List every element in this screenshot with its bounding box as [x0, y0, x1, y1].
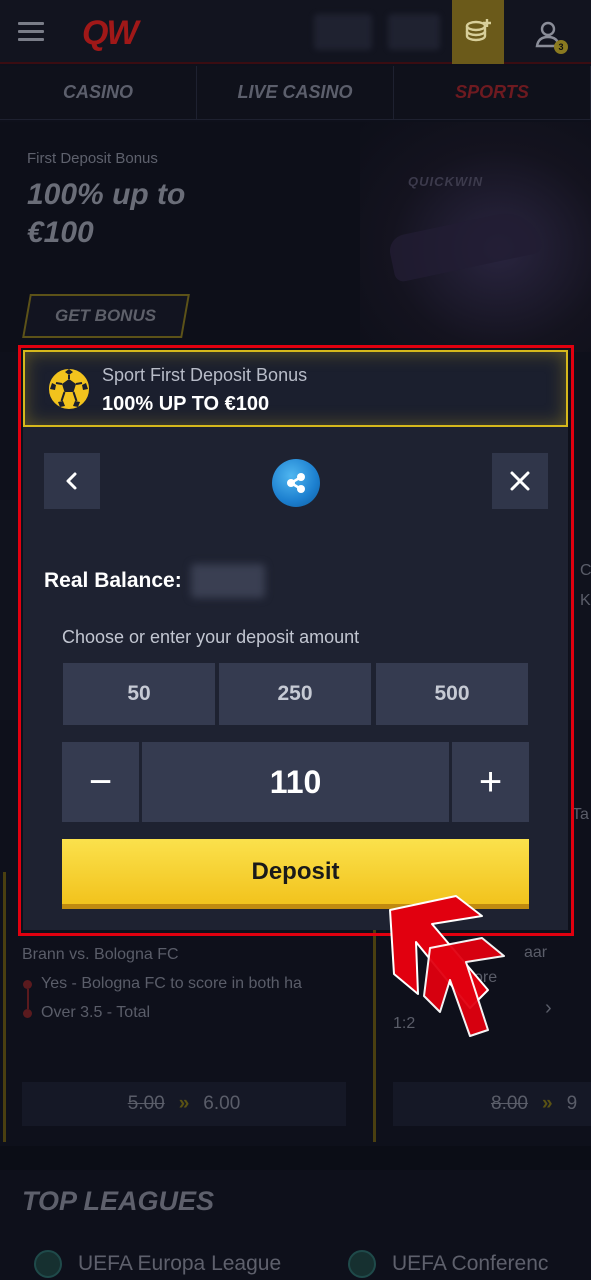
bg-side-text-3: Ta [572, 806, 589, 823]
tab-sports[interactable]: SPORTS [394, 66, 591, 119]
odds-right[interactable]: 8.00 » 9 [393, 1082, 591, 1126]
highlight-frame [18, 345, 574, 936]
bg-match-left: Brann vs. Bologna FC [22, 946, 179, 963]
bg-bet-line [26, 989, 29, 1009]
chevron-right-icon[interactable]: › [545, 997, 552, 1020]
race-car-shape [386, 206, 544, 284]
deposit-coins-button[interactable] [452, 0, 504, 64]
tab-casino[interactable]: CASINO [0, 66, 197, 119]
bg-bet-dot-1 [23, 980, 32, 989]
pointer-arrow-icon [389, 895, 505, 1037]
odds-right-old: 8.00 [491, 1093, 528, 1114]
brand-logo[interactable]: QW [82, 14, 139, 53]
bg-side-text-2: K [580, 592, 591, 609]
odds-left[interactable]: 5.00 » 6.00 [22, 1082, 346, 1126]
bg-divider-mid [373, 930, 376, 1142]
bg-bet-2: Over 3.5 - Total [41, 1004, 151, 1021]
main-nav-tabs: CASINO LIVE CASINO SPORTS [0, 66, 591, 120]
promo-image-brand: QUICKWIN [408, 174, 484, 189]
bg-divider-strip [0, 1146, 591, 1170]
bg-bet-1: Yes - Bologna FC to score in both ha [41, 975, 302, 992]
account-button[interactable]: 3 [522, 14, 574, 54]
bg-divider-left [3, 872, 6, 1142]
league-item[interactable]: UEFA Conferenc [348, 1250, 548, 1278]
odds-left-new: 6.00 [203, 1093, 241, 1114]
bg-match-right-1: aar [524, 944, 548, 961]
promo-banner: QUICKWIN First Deposit Bonus 100% up to … [0, 122, 591, 352]
top-header: QW 3 [0, 0, 591, 64]
odds-left-old: 5.00 [127, 1093, 165, 1114]
promo-race-car-image: QUICKWIN [360, 122, 591, 352]
get-bonus-button[interactable]: GET BONUS [22, 294, 190, 338]
odds-right-new: 9 [566, 1093, 578, 1114]
get-bonus-label: GET BONUS [55, 306, 157, 325]
league-item[interactable]: UEFA Europa League [34, 1250, 281, 1278]
league-name: UEFA Conferenc [392, 1252, 549, 1275]
globe-icon [34, 1250, 62, 1278]
tab-live-casino[interactable]: LIVE CASINO [197, 66, 394, 119]
promo-title: 100% up to €100 [27, 178, 186, 249]
blurred-balance [314, 14, 372, 50]
menu-icon[interactable] [18, 22, 44, 42]
odds-arrow-icon: » [178, 1093, 190, 1114]
coins-plus-icon [465, 19, 491, 42]
odds-arrow-icon: » [541, 1093, 553, 1114]
globe-icon [348, 1250, 376, 1278]
page: QW 3 CASINO LIVE CASINO SPORTS QUICKWIN [0, 0, 591, 1280]
notification-badge: 3 [554, 40, 568, 54]
league-name: UEFA Europa League [78, 1252, 282, 1275]
top-leagues-heading: TOP LEAGUES [22, 1186, 215, 1216]
blurred-balance-2 [388, 14, 440, 50]
bg-side-text-1: C [580, 562, 591, 579]
bg-bet-dot-2 [23, 1009, 32, 1018]
promo-label: First Deposit Bonus [27, 150, 158, 167]
